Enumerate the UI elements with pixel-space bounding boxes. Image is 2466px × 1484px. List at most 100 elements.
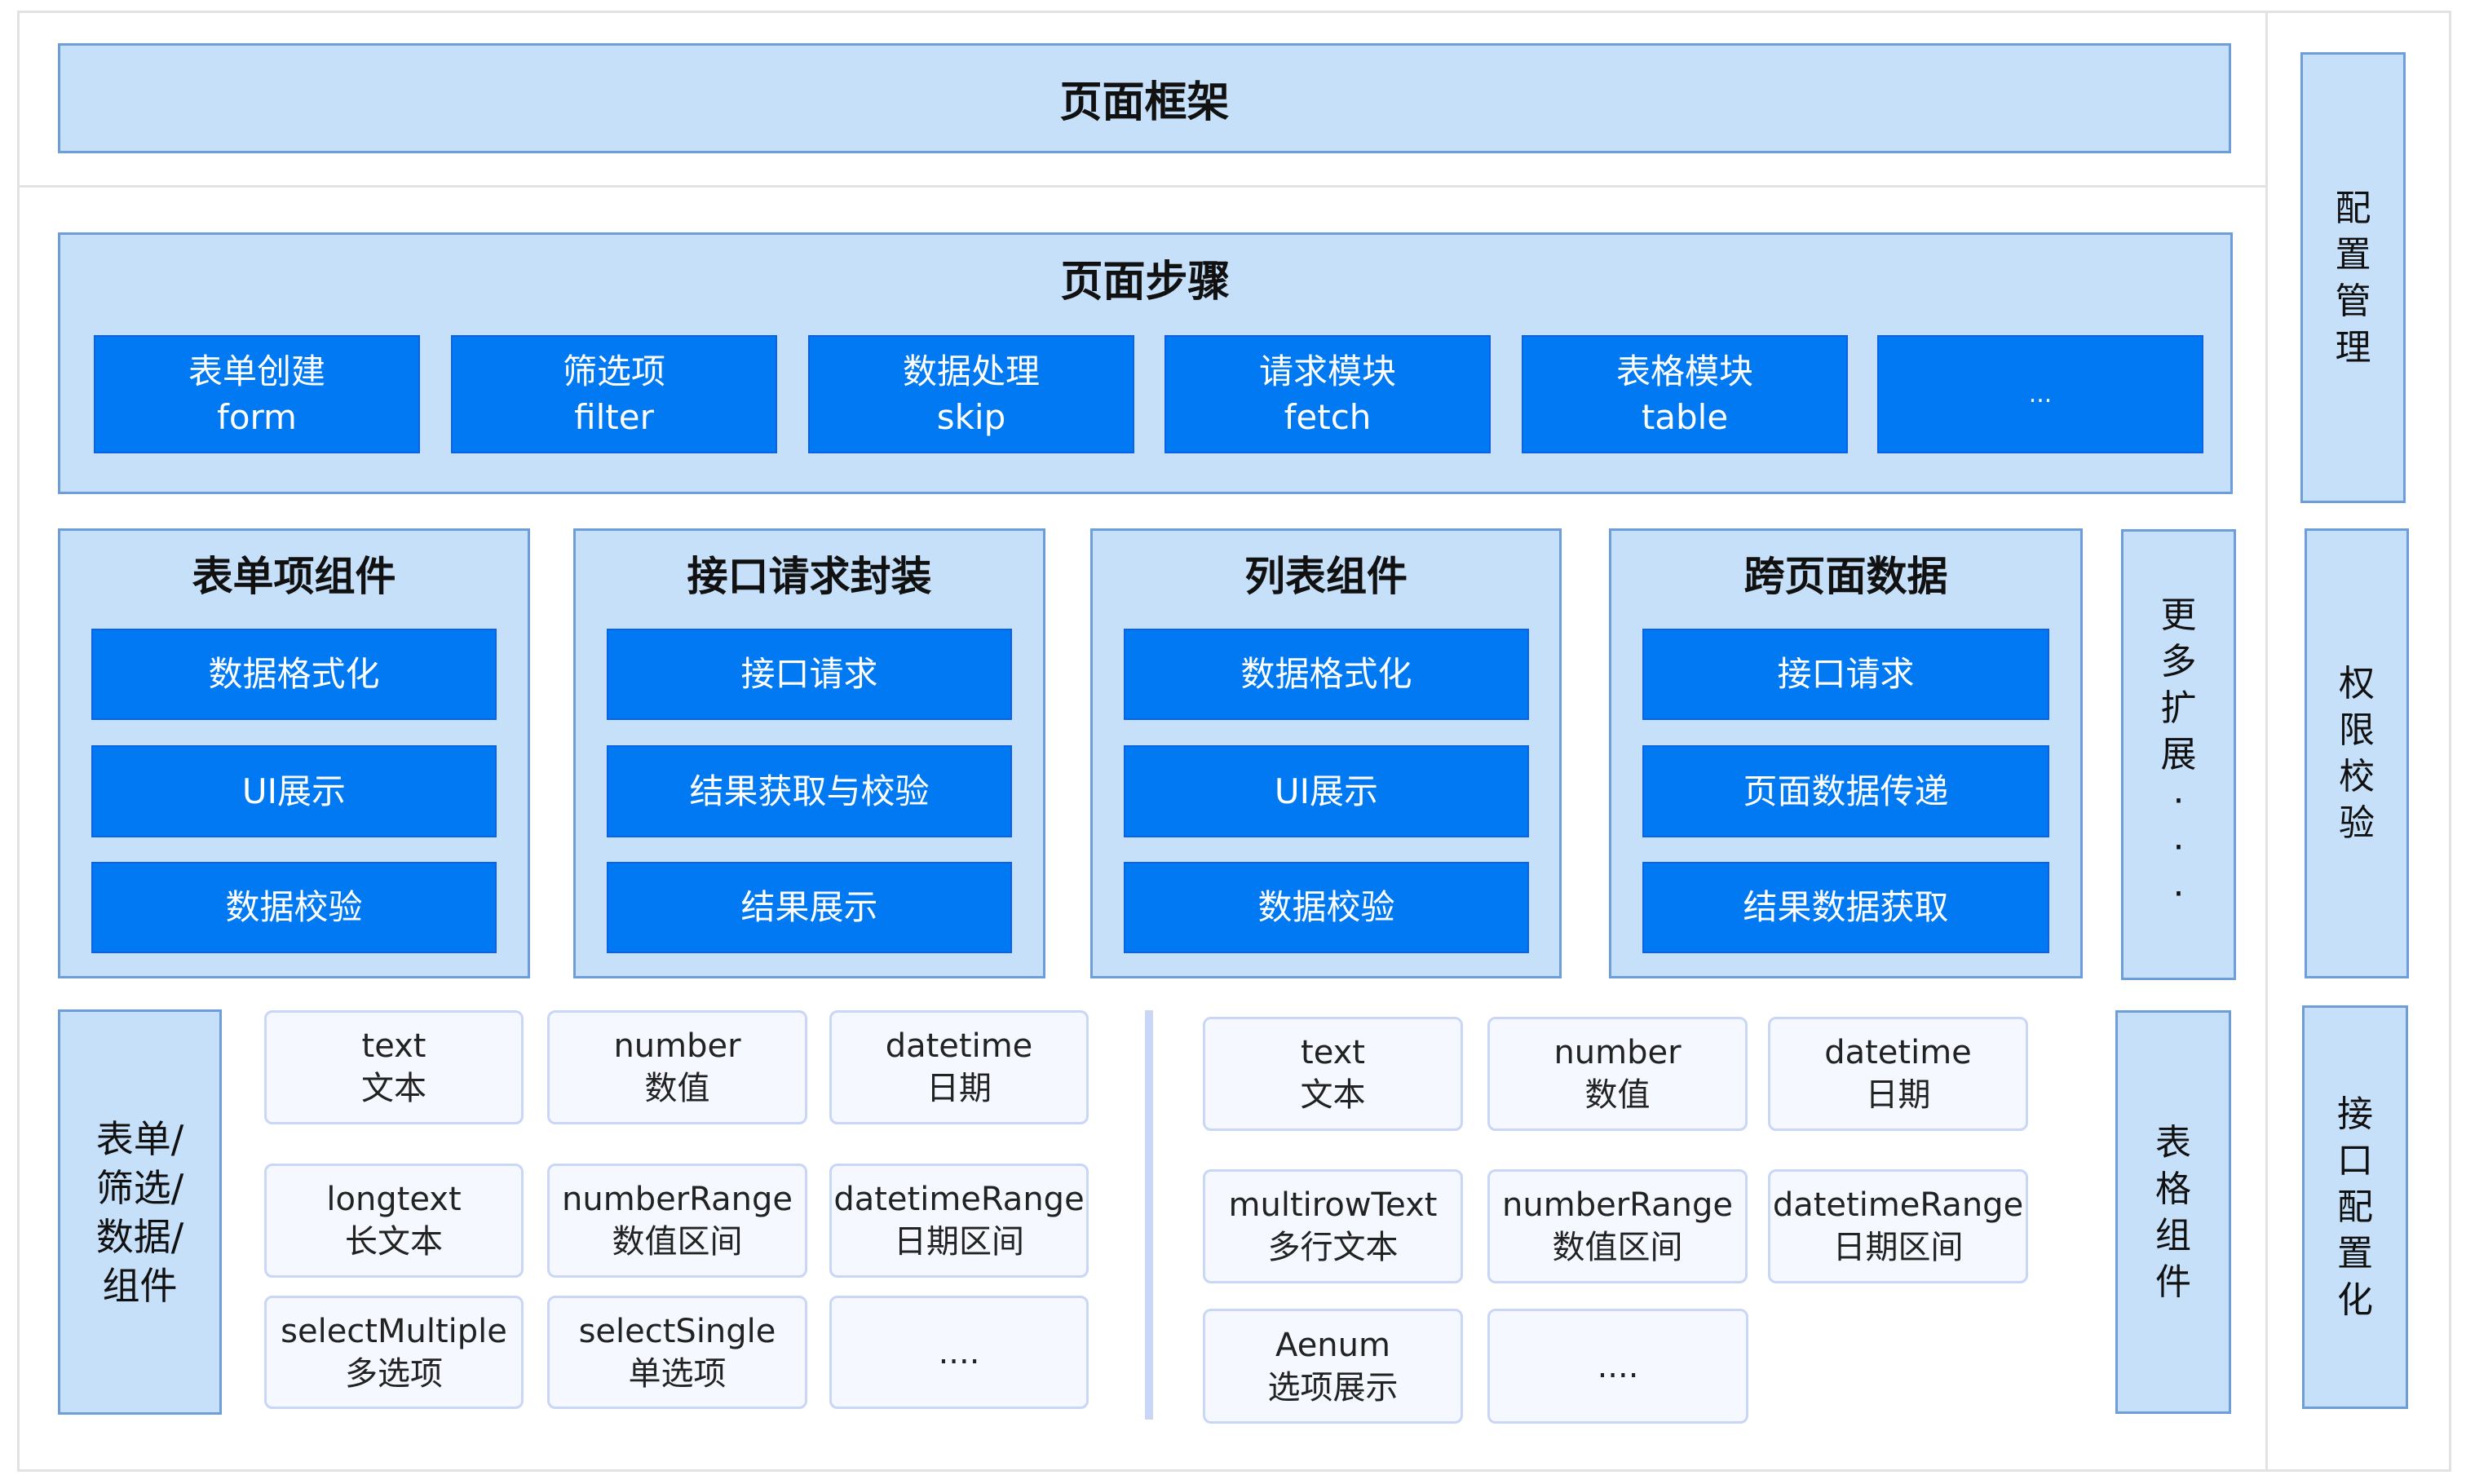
group-item-button[interactable]: 数据校验 — [91, 862, 497, 953]
vertical-char: 置 — [2336, 232, 2371, 278]
table-card-text[interactable]: text文本 — [1203, 1017, 1463, 1131]
step-skip-button[interactable]: 数据处理 skip — [808, 335, 1134, 453]
card-cn: 日期区间 — [894, 1221, 1024, 1263]
group-item-button[interactable]: UI展示 — [91, 745, 497, 837]
form-card-number-range[interactable]: numberRange数值区间 — [547, 1164, 807, 1278]
permission-check-panel: 权 限 校 验 — [2305, 528, 2409, 978]
step-filter-button[interactable]: 筛选项 filter — [451, 335, 777, 453]
vertical-char: 格 — [2155, 1166, 2191, 1212]
card-en: longtext — [326, 1178, 461, 1221]
vertical-char: 件 — [2155, 1259, 2191, 1305]
group-item-label: 接口请求 — [1777, 651, 1914, 697]
form-card-datetime[interactable]: datetime日期 — [829, 1010, 1089, 1124]
table-card-number-range[interactable]: numberRange数值区间 — [1487, 1169, 1748, 1283]
group-item-button[interactable]: 页面数据传递 — [1642, 745, 2049, 837]
component-section-divider — [1145, 1010, 1153, 1420]
card-en: selectMultiple — [281, 1310, 507, 1353]
card-en: multirowText — [1229, 1184, 1438, 1226]
table-card-datetime-range[interactable]: datetimeRange日期区间 — [1768, 1169, 2028, 1283]
vertical-char: · — [2173, 824, 2185, 871]
card-cn: 文本 — [1301, 1074, 1366, 1116]
group-item-button[interactable]: 接口请求 — [607, 629, 1012, 720]
vertical-char: 表 — [2155, 1120, 2191, 1166]
card-cn: 日期区间 — [1833, 1226, 1964, 1269]
group-item-button[interactable]: 结果数据获取 — [1642, 862, 2049, 953]
step-label-cn: 表单创建 — [188, 349, 325, 395]
step-more-button[interactable]: ... — [1877, 335, 2203, 453]
table-card-more[interactable]: .... — [1487, 1309, 1748, 1424]
card-en: datetime — [1824, 1031, 1972, 1074]
group-item-button[interactable]: UI展示 — [1124, 745, 1529, 837]
card-en: numberRange — [1502, 1184, 1733, 1226]
vertical-char: · — [2173, 778, 2185, 824]
card-cn: 数值 — [645, 1067, 710, 1110]
page-frame-title: 页面框架 — [1059, 68, 1229, 129]
step-table-button[interactable]: 表格模块 table — [1522, 335, 1848, 453]
card-en: datetimeRange — [1773, 1184, 2023, 1226]
group-item-button[interactable]: 数据格式化 — [91, 629, 497, 720]
vertical-char: 配 — [2337, 1184, 2373, 1230]
group-item-label: 结果数据获取 — [1743, 885, 1948, 930]
group-item-label: UI展示 — [1275, 769, 1378, 815]
step-form-button[interactable]: 表单创建 form — [94, 335, 420, 453]
label-line: 筛选/ — [96, 1164, 184, 1212]
group-item-label: 数据格式化 — [1240, 651, 1412, 697]
group-item-button[interactable]: 接口请求 — [1642, 629, 2049, 720]
vertical-char: 展 — [2161, 731, 2197, 778]
group-item-label: 数据格式化 — [208, 651, 379, 697]
form-card-longtext[interactable]: longtext长文本 — [264, 1164, 524, 1278]
form-card-datetime-range[interactable]: datetimeRange日期区间 — [829, 1164, 1089, 1278]
table-card-multirow-text[interactable]: multirowText多行文本 — [1203, 1169, 1463, 1283]
table-card-datetime[interactable]: datetime日期 — [1768, 1017, 2028, 1131]
card-en: text — [362, 1025, 426, 1067]
group-item-button[interactable]: 数据校验 — [1124, 862, 1529, 953]
card-cn: 数值区间 — [1553, 1226, 1683, 1269]
vertical-char: 口 — [2337, 1137, 2373, 1184]
table-components-label-box: 表 格 组 件 — [2115, 1010, 2231, 1414]
frame-section-divider — [17, 185, 2266, 188]
card-cn: 文本 — [361, 1067, 426, 1110]
form-card-text[interactable]: text文本 — [264, 1010, 524, 1124]
group-item-button[interactable]: 结果获取与校验 — [607, 745, 1012, 837]
card-en: .... — [1598, 1345, 1639, 1388]
step-label-en: filter — [574, 395, 654, 440]
form-card-select-single[interactable]: selectSingle单选项 — [547, 1296, 807, 1409]
step-fetch-button[interactable]: 请求模块 fetch — [1164, 335, 1491, 453]
group-item-label: 接口请求 — [740, 651, 877, 697]
step-label-en: table — [1642, 395, 1728, 440]
vertical-char: · — [2173, 871, 2185, 917]
vertical-char: 校 — [2339, 753, 2375, 800]
label-line: 表单/ — [96, 1115, 184, 1164]
card-en: datetime — [886, 1025, 1033, 1067]
vertical-char: 验 — [2339, 800, 2375, 846]
card-cn: 日期 — [926, 1067, 992, 1110]
vertical-char: 扩 — [2161, 685, 2197, 731]
vertical-char: 权 — [2339, 660, 2375, 707]
card-en: selectSingle — [579, 1310, 776, 1353]
group-item-label: UI展示 — [242, 769, 346, 815]
vertical-char: 接 — [2337, 1091, 2373, 1137]
vertical-char: 理 — [2336, 325, 2371, 371]
label-line: 组件 — [103, 1261, 178, 1310]
card-cn: 选项展示 — [1268, 1367, 1399, 1409]
card-cn: 数值区间 — [612, 1221, 743, 1263]
group-item-label: 数据校验 — [225, 885, 362, 930]
card-en: Aenum — [1275, 1324, 1390, 1367]
right-column-divider — [2265, 11, 2268, 1472]
table-card-number[interactable]: number数值 — [1487, 1017, 1748, 1131]
table-card-aenum[interactable]: Aenum选项展示 — [1203, 1309, 1463, 1424]
step-label-cn: 数据处理 — [903, 349, 1040, 395]
group-item-label: 结果获取与校验 — [689, 769, 929, 815]
vertical-char: 配 — [2336, 185, 2371, 232]
form-card-select-multiple[interactable]: selectMultiple多选项 — [264, 1296, 524, 1409]
form-card-number[interactable]: number数值 — [547, 1010, 807, 1124]
group-item-button[interactable]: 结果展示 — [607, 862, 1012, 953]
step-label-cn: 表格模块 — [1616, 349, 1753, 395]
step-label-en: form — [217, 395, 297, 440]
page-frame-box: 页面框架 — [58, 43, 2231, 153]
form-card-more[interactable]: .... — [829, 1296, 1089, 1409]
group-item-button[interactable]: 数据格式化 — [1124, 629, 1529, 720]
group-item-label: 页面数据传递 — [1743, 769, 1948, 815]
group-item-label: 数据校验 — [1257, 885, 1394, 930]
vertical-char: 组 — [2155, 1212, 2191, 1259]
